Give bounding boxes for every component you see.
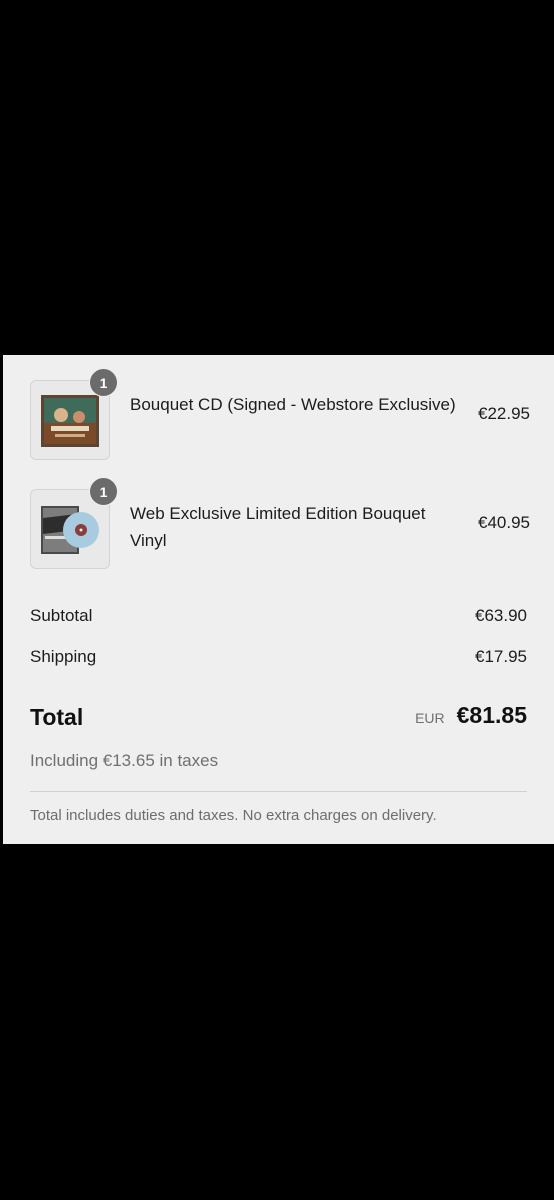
total-label: Total bbox=[30, 704, 84, 730]
subtotal-value: €63.90 bbox=[475, 606, 527, 625]
item-name: Bouquet CD (Signed - Webstore Exclusive) bbox=[130, 395, 456, 414]
quantity-badge: 1 bbox=[89, 368, 118, 397]
total-value: €81.85 bbox=[456, 702, 527, 728]
taxes-text: Including €13.65 in taxes bbox=[30, 751, 219, 770]
subtotal-label: Subtotal bbox=[30, 606, 93, 625]
currency-code: EUR bbox=[415, 710, 445, 726]
product-thumbnail: 1 bbox=[30, 368, 118, 460]
vinyl-cover-art-icon bbox=[41, 506, 99, 554]
line-item: 1 Web Exclusive Limited Edition Bouquet … bbox=[30, 477, 530, 573]
order-summary-panel: 1 Bouquet CD (Signed - Webstore Exclusiv… bbox=[3, 355, 554, 844]
product-thumbnail: 1 bbox=[30, 477, 118, 569]
cd-cover-art-icon bbox=[41, 395, 99, 447]
line-item: 1 Bouquet CD (Signed - Webstore Exclusiv… bbox=[30, 368, 530, 464]
shipping-value: €17.95 bbox=[475, 647, 527, 666]
duties-note: Total includes duties and taxes. No extr… bbox=[30, 807, 437, 824]
quantity-badge: 1 bbox=[89, 477, 118, 506]
item-name: Web Exclusive Limited Edition Bouquet Vi… bbox=[130, 504, 426, 550]
total-amount-group: EUR €81.85 bbox=[415, 702, 527, 729]
divider bbox=[30, 791, 527, 792]
shipping-label: Shipping bbox=[30, 647, 97, 666]
item-price: €40.95 bbox=[478, 513, 530, 532]
item-price: €22.95 bbox=[478, 404, 530, 423]
